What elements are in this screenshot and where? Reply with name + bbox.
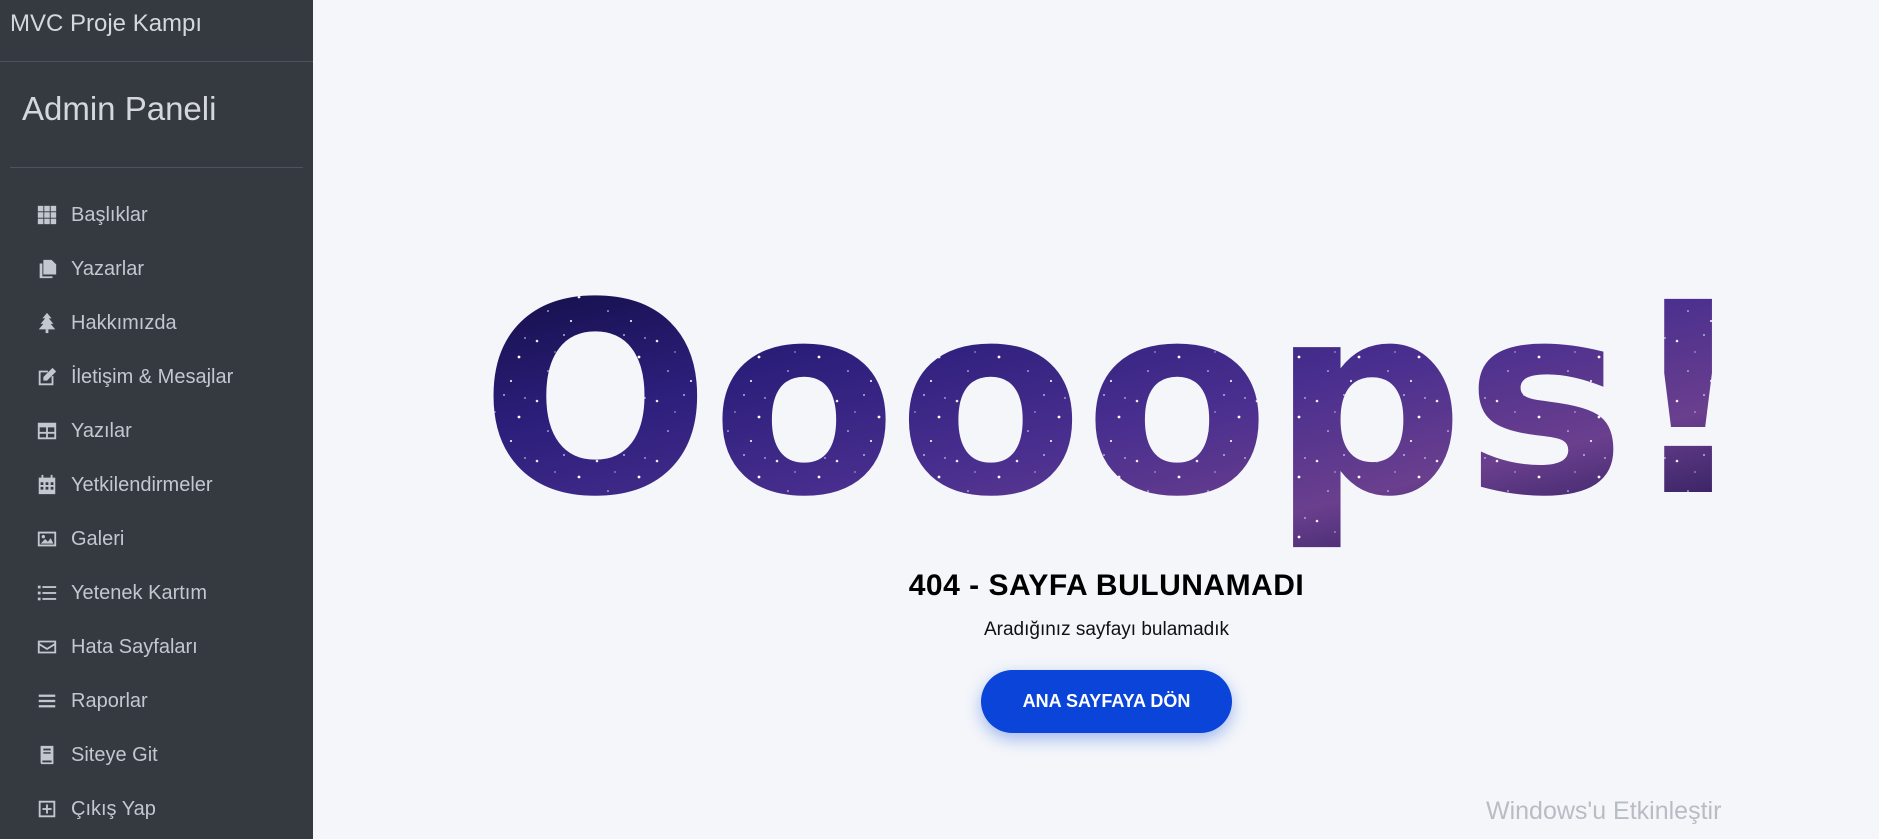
book-icon bbox=[35, 743, 59, 767]
plus-square-icon bbox=[35, 797, 59, 821]
sidebar-item-yazarlar[interactable]: Yazarlar bbox=[0, 242, 313, 296]
sidebar-item-label: Hakkımızda bbox=[71, 311, 177, 334]
sidebar-item-label: Siteye Git bbox=[71, 743, 158, 766]
sidebar-item-label: Galeri bbox=[71, 527, 125, 550]
copy-icon bbox=[35, 257, 59, 281]
panel-title: Admin Paneli bbox=[10, 62, 303, 168]
sidebar-item-yazilar[interactable]: Yazılar bbox=[0, 404, 313, 458]
sidebar-item-label: Yazarlar bbox=[71, 257, 144, 280]
home-button[interactable]: ANA SAYFAYA DÖN bbox=[981, 670, 1232, 733]
grid-icon bbox=[35, 203, 59, 227]
sidebar-item-siteye-git[interactable]: Siteye Git bbox=[0, 728, 313, 782]
sidebar-nav: Başlıklar Yazarlar Hakkımızda İletişim &… bbox=[0, 168, 313, 836]
error-title: 404 - SAYFA BULUNAMADI bbox=[908, 569, 1305, 602]
edit-icon bbox=[35, 365, 59, 389]
image-icon bbox=[35, 527, 59, 551]
sidebar-item-raporlar[interactable]: Raporlar bbox=[0, 674, 313, 728]
sidebar-item-yetkilendirmeler[interactable]: Yetkilendirmeler bbox=[0, 458, 313, 512]
sidebar-item-label: İletişim & Mesajlar bbox=[71, 365, 234, 388]
sidebar: MVC Proje Kampı Admin Paneli Başlıklar Y… bbox=[0, 0, 313, 839]
calendar-icon bbox=[35, 473, 59, 497]
sidebar-item-label: Raporlar bbox=[71, 689, 148, 712]
sidebar-item-galeri[interactable]: Galeri bbox=[0, 512, 313, 566]
error-subtitle: Aradığınız sayfayı bulamadık bbox=[983, 619, 1229, 640]
sidebar-item-label: Yetkilendirmeler bbox=[71, 473, 213, 496]
oops-text-stars: Oooops! bbox=[480, 270, 1750, 555]
windows-activation-watermark: Windows'u Etkinleştir bbox=[1486, 797, 1722, 825]
table-icon bbox=[35, 419, 59, 443]
tree-icon bbox=[35, 311, 59, 335]
sidebar-item-iletisim[interactable]: İletişim & Mesajlar bbox=[0, 350, 313, 404]
sidebar-item-label: Çıkış Yap bbox=[71, 797, 156, 820]
brand-link[interactable]: MVC Proje Kampı bbox=[0, 0, 313, 62]
sidebar-item-hakkimizda[interactable]: Hakkımızda bbox=[0, 296, 313, 350]
oops-headline: Oooops! Oooops! bbox=[470, 247, 1760, 570]
sidebar-item-basliklar[interactable]: Başlıklar bbox=[0, 188, 313, 242]
bars-icon bbox=[35, 689, 59, 713]
sidebar-item-label: Başlıklar bbox=[71, 203, 148, 226]
sidebar-item-cikis-yap[interactable]: Çıkış Yap bbox=[0, 782, 313, 836]
sidebar-item-label: Yazılar bbox=[71, 419, 132, 442]
